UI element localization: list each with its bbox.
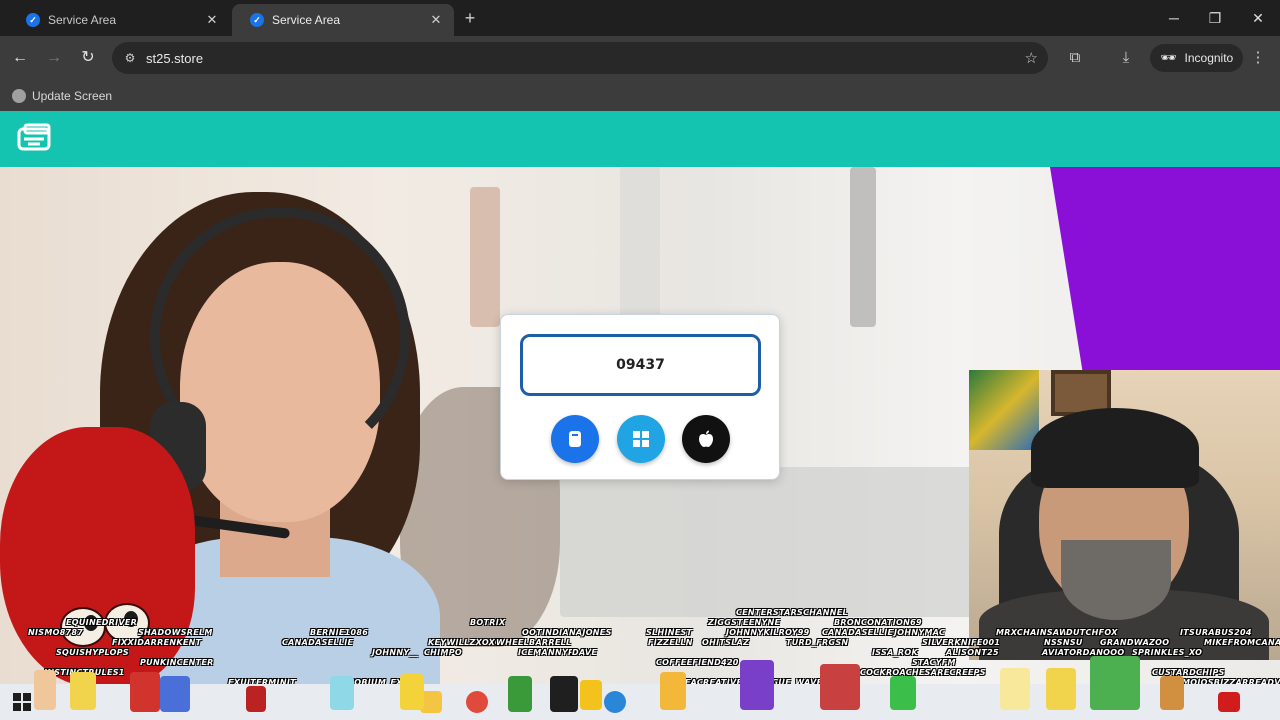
- menu-icon[interactable]: ⋮: [1246, 46, 1270, 70]
- logo-icon: [17, 123, 51, 151]
- globe-icon: [12, 88, 26, 103]
- sprite-character: [740, 660, 774, 710]
- close-window-icon[interactable]: ✕: [1246, 6, 1270, 30]
- favicon-check-icon: ✓: [26, 13, 40, 27]
- webcam-beard: [1061, 540, 1171, 620]
- android-download-button[interactable]: [551, 415, 599, 463]
- incognito-icon: 🕶: [1160, 50, 1177, 65]
- apple-icon: [699, 430, 713, 447]
- tab-service-area-1[interactable]: ✓ Service Area ✕: [8, 4, 230, 36]
- minimize-icon[interactable]: ─: [1162, 6, 1186, 30]
- os-taskbar: [0, 684, 1280, 720]
- incognito-indicator[interactable]: 🕶 Incognito: [1150, 44, 1244, 72]
- meatwad-pupil: [84, 615, 98, 631]
- windows-download-button[interactable]: [617, 415, 665, 463]
- tab-close-icon[interactable]: ✕: [204, 12, 220, 28]
- tab-close-icon[interactable]: ✕: [428, 12, 444, 28]
- back-icon[interactable]: ←: [8, 46, 32, 70]
- background-shape: [850, 167, 876, 327]
- sprite-character: [820, 664, 860, 710]
- sprite-character: [508, 676, 532, 712]
- app-icon[interactable]: [604, 691, 626, 713]
- background-shape: [470, 187, 500, 327]
- cast-icon[interactable]: ⧉: [1063, 46, 1087, 70]
- tab-title: Service Area: [272, 13, 341, 27]
- sprite-character: [160, 676, 190, 712]
- android-icon: [569, 431, 581, 447]
- sprite-character: [1090, 656, 1140, 710]
- favicon-check-icon: ✓: [250, 13, 264, 27]
- forward-icon[interactable]: →: [42, 46, 66, 70]
- reload-icon[interactable]: ↻: [76, 46, 100, 70]
- sprite-character: [550, 676, 578, 712]
- sprite-character: [580, 680, 602, 710]
- incognito-label: Incognito: [1184, 51, 1234, 65]
- bookmark-update-screen[interactable]: Update Screen: [32, 89, 112, 103]
- sprite-character: [1218, 692, 1240, 712]
- url-text: st25.store: [146, 50, 204, 66]
- meatwad-character: [0, 427, 195, 687]
- sprite-character: [1046, 668, 1076, 710]
- new-tab-icon[interactable]: +: [460, 8, 480, 28]
- site-info-icon[interactable]: ⚙: [122, 50, 138, 66]
- sprite-character: [1000, 668, 1030, 710]
- tab-bar: ✓ Service Area ✕ ✓ Service Area ✕ + ─ ❐ …: [0, 0, 1280, 36]
- access-code-field[interactable]: 09437: [520, 334, 761, 396]
- apple-download-button[interactable]: [682, 415, 730, 463]
- browser-toolbar: ← → ↻ ⚙ st25.store ☆ ⧉ ⤓ ⋮: [0, 36, 1280, 80]
- meatwad-pupil: [124, 611, 138, 627]
- sprite-character: [660, 672, 686, 710]
- sprite-character: [70, 672, 96, 710]
- site-header: [0, 111, 1280, 167]
- meatwad-eye: [60, 607, 106, 647]
- sprite-character: [890, 676, 916, 710]
- sprite-character: [130, 672, 160, 712]
- background-shape: [560, 467, 980, 617]
- address-bar[interactable]: ⚙ st25.store ☆: [112, 42, 1048, 74]
- tab-title: Service Area: [48, 13, 117, 27]
- download-icon[interactable]: ⤓: [1114, 46, 1138, 70]
- webcam-painting: [969, 370, 1039, 450]
- sprite-character: [34, 670, 56, 710]
- meatwad-eye: [104, 603, 150, 643]
- restore-icon[interactable]: ❐: [1203, 6, 1227, 30]
- tab-service-area-2[interactable]: ✓ Service Area ✕: [232, 4, 454, 36]
- sprite-character: [400, 674, 424, 710]
- webcam-cap: [1031, 408, 1199, 488]
- windows-start-icon[interactable]: [12, 692, 32, 712]
- sprite-character: [246, 686, 266, 712]
- streamer-webcam: [969, 370, 1280, 660]
- windows-icon: [633, 431, 649, 447]
- sprite-character: [1160, 676, 1184, 710]
- download-dialog: 09437: [500, 314, 780, 480]
- bookmarks-bar: Update Screen: [0, 80, 1280, 111]
- chrome-icon[interactable]: [466, 691, 488, 713]
- sprite-character: [330, 676, 354, 710]
- bookmark-star-icon[interactable]: ☆: [1025, 49, 1038, 67]
